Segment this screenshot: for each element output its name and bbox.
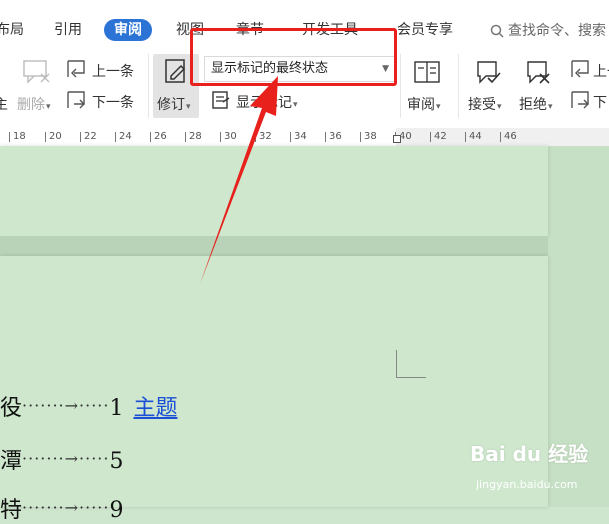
ribbon-divider [458, 54, 459, 118]
toc-link-topic[interactable]: 主题 [133, 396, 177, 421]
toc-entry[interactable]: 特·······→·····9 [0, 492, 123, 524]
ruler-tick: 24 [115, 131, 132, 142]
previous-change-button[interactable]: 上一 [593, 61, 609, 81]
previous-comment-button[interactable]: 上一条 [92, 61, 134, 81]
track-changes-icon [165, 59, 186, 83]
toc-entry-page: 9 [109, 498, 124, 523]
track-changes-label: 修订▾ [157, 97, 191, 113]
ruler-tick: 22 [80, 131, 97, 142]
tab-layout[interactable]: 布局 [0, 20, 24, 40]
ruler-margin-area [396, 128, 609, 146]
ruler-tick: 38 [360, 131, 377, 142]
horizontal-ruler[interactable]: 18 20 22 24 26 28 30 32 34 36 38 40 42 4… [0, 128, 609, 147]
ruler-tick: 42 [430, 131, 447, 142]
accept-button[interactable]: 接受▾ [468, 94, 502, 114]
page-gap [0, 236, 548, 256]
reject-button[interactable]: 拒绝▾ [519, 94, 553, 114]
clipped-label: 主 [0, 97, 8, 113]
previous-comment-icon [67, 60, 85, 78]
toc-entry-title: 潭 [0, 449, 23, 474]
ruler-tick: 46 [500, 131, 517, 142]
tab-references[interactable]: 引用 [54, 20, 82, 40]
ribbon-divider [400, 54, 401, 118]
toc-leader: ·······→····· [22, 396, 110, 415]
delete-label: 删除 [17, 97, 45, 113]
review-pane-button[interactable]: 审阅▾ [407, 94, 441, 114]
command-search[interactable]: 查找命令、搜索 [490, 20, 606, 40]
next-change-icon [571, 91, 589, 109]
previous-change-icon [571, 60, 589, 78]
ruler-tick: 36 [325, 131, 342, 142]
reject-icon [527, 61, 550, 84]
baidu-watermark-url: jingyan.baidu.com [476, 478, 578, 491]
delete-button[interactable]: 删除▾ [17, 94, 51, 114]
page-corner-mark [396, 350, 426, 378]
search-placeholder: 查找命令、搜索 [508, 23, 606, 39]
ribbon-divider [148, 54, 149, 118]
ruler-tick: 28 [185, 131, 202, 142]
toc-entry-title: 役 [0, 396, 23, 421]
ruler-tick: 30 [220, 131, 237, 142]
ruler-tick: 20 [45, 131, 62, 142]
ruler-tick: 18 [9, 131, 26, 142]
accept-icon [477, 61, 501, 84]
next-comment-button[interactable]: 下一条 [92, 92, 134, 112]
delete-comment-icon [23, 60, 50, 84]
toc-entry[interactable]: 潭·······→·····5 [0, 443, 123, 475]
next-comment-icon [67, 91, 85, 109]
toc-leader: ·······→····· [22, 498, 110, 517]
tab-review[interactable]: 审阅 [104, 19, 152, 41]
baidu-watermark-logo: Bai du 经验 [470, 442, 589, 466]
ruler-tick: 34 [290, 131, 307, 142]
toc-entry[interactable]: 役·······→·····1 主题 [0, 390, 177, 422]
toc-entry-title: 特 [0, 498, 23, 523]
tab-member[interactable]: 会员专享 [397, 20, 453, 40]
search-icon [490, 24, 504, 38]
toc-entry-page: 5 [109, 449, 124, 474]
show-markup-icon [212, 91, 230, 109]
document-page-previous [0, 146, 548, 236]
ruler-tick: 44 [465, 131, 482, 142]
toc-leader: ·······→····· [22, 449, 110, 468]
ruler-tick: 26 [150, 131, 167, 142]
review-pane-icon [414, 61, 440, 83]
show-markup-button[interactable]: 显示标记▾ [236, 92, 298, 112]
ruler-indent-marker[interactable] [393, 135, 401, 143]
next-change-button[interactable]: 下 [593, 92, 607, 112]
ruler-tick: 32 [255, 131, 272, 142]
annotation-highlight-box [190, 28, 397, 86]
toc-entry-page: 1 [109, 396, 124, 421]
